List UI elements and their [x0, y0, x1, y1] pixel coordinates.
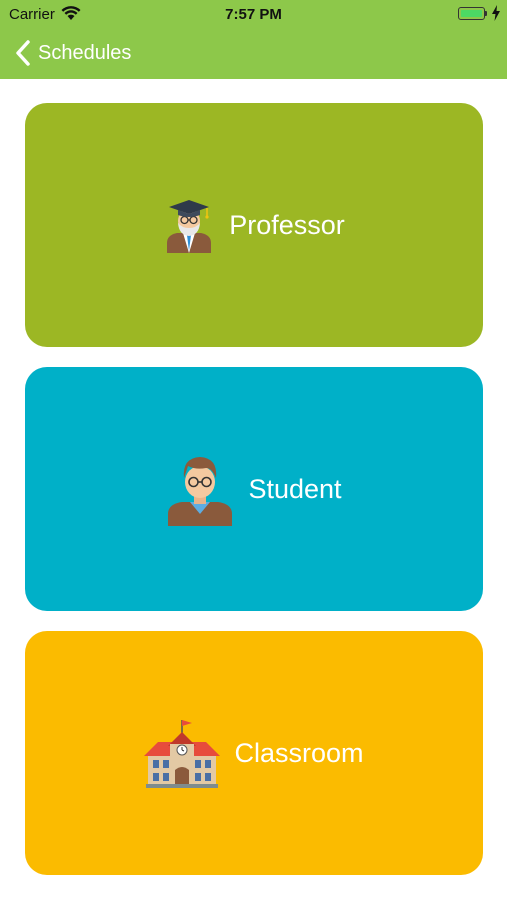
classroom-label: Classroom	[234, 737, 364, 768]
chevron-left-icon	[16, 40, 30, 66]
classroom-card[interactable]: Classroom	[25, 631, 483, 875]
professor-card[interactable]: Professor	[25, 103, 483, 347]
charging-bolt-icon	[492, 5, 500, 21]
battery-icon	[458, 7, 485, 20]
student-label: Student	[248, 473, 342, 504]
status-bar: Carrier 7:57 PM	[0, 0, 507, 28]
back-button[interactable]: Schedules	[14, 38, 131, 68]
battery-tip	[485, 11, 487, 16]
classroom-icon	[144, 718, 221, 788]
navigation-bar: Carrier 7:57 PM Schedules	[0, 0, 507, 79]
clock: 7:57 PM	[225, 6, 282, 23]
battery-fill	[461, 10, 482, 17]
back-label: Schedules	[38, 41, 132, 64]
student-icon	[166, 452, 234, 526]
student-card[interactable]: Student	[25, 367, 483, 611]
professor-label: Professor	[229, 209, 345, 240]
professor-icon	[163, 197, 215, 253]
